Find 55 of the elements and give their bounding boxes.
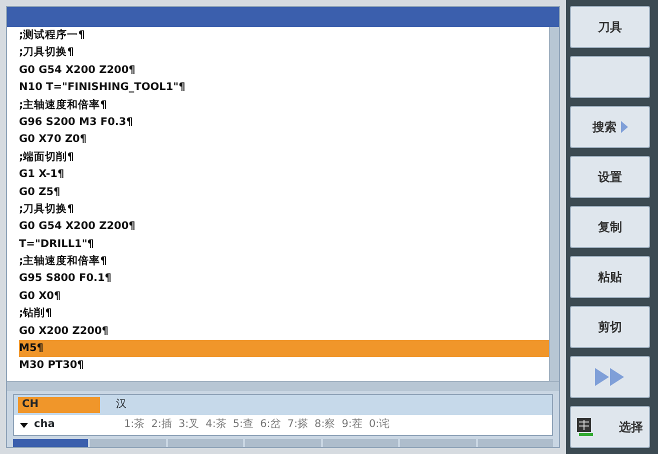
candidate-character[interactable]: 6:岔: [260, 417, 282, 433]
code-line[interactable]: ;端面切削¶: [19, 148, 549, 166]
code-line[interactable]: G95 S800 F0.1¶: [19, 270, 549, 288]
candidate-character[interactable]: 0:诧: [368, 417, 390, 433]
code-line[interactable]: M30 PT30¶: [19, 357, 549, 375]
softkey[interactable]: 粘贴: [570, 256, 650, 298]
vertical-scrollbar[interactable]: [549, 27, 559, 381]
triangle-right-icon: [620, 121, 628, 133]
script-indicator: 汉: [116, 397, 127, 412]
tab[interactable]: [400, 439, 476, 447]
code-line[interactable]: N10 T="FINISHING_TOOL1"¶: [19, 79, 549, 97]
candidate-character[interactable]: 5:查: [232, 417, 254, 433]
blank-softkey[interactable]: [570, 56, 650, 98]
code-line[interactable]: G96 S200 M3 F0.3¶: [19, 114, 549, 132]
candidate-character[interactable]: 1:茶: [124, 417, 146, 433]
softkey[interactable]: 选择: [570, 406, 650, 448]
candidate-character[interactable]: 7:搽: [287, 417, 309, 433]
pinyin-text: cha: [34, 417, 55, 432]
softkey[interactable]: 搜索: [570, 106, 650, 148]
dropdown-icon[interactable]: [20, 422, 28, 428]
tab[interactable]: [13, 439, 88, 447]
code-line[interactable]: G0 Z5¶: [19, 184, 549, 201]
code-line[interactable]: G0 G54 X200 Z200¶: [19, 218, 549, 236]
code-line[interactable]: T="DRILL1"¶: [19, 236, 549, 254]
double-arrow-icon: [595, 368, 625, 386]
horizontal-scrollbar[interactable]: [7, 381, 559, 391]
candidate-character[interactable]: 4:茶: [206, 417, 227, 433]
code-line[interactable]: G0 X70 Z0¶: [19, 131, 549, 149]
tab[interactable]: [245, 439, 321, 447]
input-mode[interactable]: CH: [18, 397, 100, 413]
code-line[interactable]: ;主轴速度和倍率¶: [19, 96, 549, 114]
tab[interactable]: [322, 439, 398, 447]
softkey[interactable]: 剪切: [570, 306, 650, 348]
code-line[interactable]: G1 X-1¶: [19, 166, 549, 184]
softkey[interactable]: 设置: [570, 156, 650, 198]
candidate-character[interactable]: 8:察: [314, 417, 336, 433]
softkey[interactable]: 复制: [570, 206, 650, 248]
code-line[interactable]: G0 G54 X200 Z200¶: [19, 62, 549, 80]
code-line[interactable]: ;测试程序一¶: [19, 27, 549, 44]
grid-icon: [577, 418, 593, 436]
softkey[interactable]: 刀具: [570, 6, 650, 48]
candidate-character[interactable]: 9:茬: [342, 417, 363, 433]
code-line[interactable]: ;刀具切换¶: [19, 44, 549, 62]
code-line[interactable]: ;钻削¶: [19, 305, 549, 323]
program-editor[interactable]: [7, 27, 559, 381]
code-line[interactable]: ;主轴速度和倍率¶: [19, 253, 549, 270]
tab[interactable]: [168, 439, 244, 447]
candidate-character[interactable]: 2:插: [151, 417, 172, 433]
code-line[interactable]: G0 X0¶: [19, 288, 549, 306]
code-line[interactable]: G0 X200 Z200¶: [19, 322, 549, 340]
candidate-character[interactable]: 3:叉: [178, 417, 200, 433]
tab[interactable]: [90, 439, 166, 447]
more-softkey[interactable]: [570, 356, 650, 398]
tab[interactable]: [478, 439, 553, 447]
code-line[interactable]: ;刀具切换¶: [19, 200, 549, 218]
